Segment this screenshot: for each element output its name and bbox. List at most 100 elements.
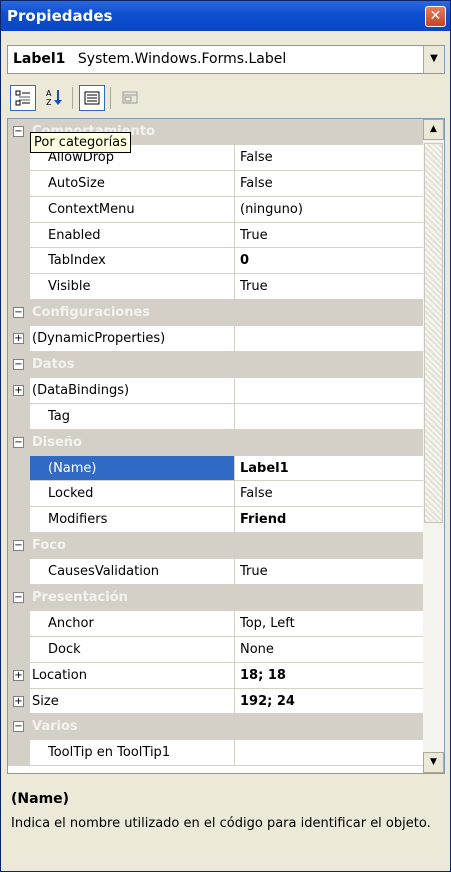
row-margin	[8, 222, 30, 248]
property-value[interactable]	[236, 404, 424, 429]
property-value[interactable]: 0	[236, 248, 424, 273]
property-value[interactable]: Friend	[236, 507, 424, 532]
title-bar: Propiedades ✕	[1, 1, 450, 31]
collapse-icon[interactable]: −	[13, 307, 24, 319]
category-row[interactable]: − Foco	[8, 533, 424, 560]
property-row[interactable]: ContextMenu (ninguno)	[8, 196, 424, 223]
property-row[interactable]: Locked False	[8, 481, 424, 508]
object-type: System.Windows.Forms.Label	[77, 51, 287, 67]
expand-icon[interactable]: +	[13, 333, 24, 345]
property-row[interactable]: ToolTip en ToolTip1	[8, 740, 424, 767]
property-row[interactable]: Dock None	[8, 636, 424, 663]
properties-window: Propiedades ✕ Label1 System.Windows.Form…	[0, 0, 451, 872]
row-margin	[8, 403, 30, 429]
property-value[interactable]: 18; 18	[236, 663, 424, 688]
alphabetical-button[interactable]: A Z	[41, 85, 67, 111]
collapse-icon[interactable]: −	[13, 436, 24, 448]
property-value[interactable]: (ninguno)	[236, 197, 424, 222]
property-value[interactable]: Label1	[236, 456, 424, 481]
object-selector[interactable]: Label1 System.Windows.Forms.Label ▼	[7, 45, 445, 74]
description-panel: (Name) Indica el nombre utilizado en el …	[7, 783, 445, 869]
category-label: Varios	[32, 719, 78, 735]
expand-icon[interactable]: +	[13, 695, 24, 707]
property-name: AutoSize	[30, 170, 235, 196]
property-row[interactable]: + Size 192; 24	[8, 688, 424, 715]
property-row[interactable]: Visible True	[8, 274, 424, 301]
property-row[interactable]: + Location 18; 18	[8, 662, 424, 689]
toolbar-tooltip: Por categorías	[30, 132, 131, 153]
row-margin	[8, 455, 30, 481]
row-margin	[8, 740, 30, 766]
property-value[interactable]: Top, Left	[236, 611, 424, 636]
category-label: Configuraciones	[32, 305, 151, 321]
chevron-down-icon[interactable]: ▼	[423, 46, 444, 73]
property-row[interactable]: Enabled True	[8, 222, 424, 249]
property-name: Location	[30, 662, 235, 688]
property-name: TabIndex	[30, 248, 235, 274]
property-name: Size	[30, 688, 235, 714]
property-value[interactable]	[236, 740, 424, 765]
alphabetical-icon: A Z	[46, 89, 62, 107]
description-title: (Name)	[11, 791, 70, 807]
property-row[interactable]: TabIndex 0	[8, 248, 424, 275]
property-list: −ComportamientoAllowDropFalseAutoSizeFal…	[8, 119, 424, 767]
toolbar-separator	[72, 87, 73, 109]
property-row[interactable]: Modifiers Friend	[8, 507, 424, 534]
property-value[interactable]: True	[236, 559, 424, 584]
collapse-icon[interactable]: −	[13, 359, 24, 371]
collapse-icon[interactable]: −	[13, 721, 24, 733]
row-margin	[8, 144, 30, 170]
row-margin	[8, 636, 30, 662]
property-row[interactable]: + (DynamicProperties)	[8, 326, 424, 353]
property-row[interactable]: Anchor Top, Left	[8, 610, 424, 637]
categorized-button[interactable]	[10, 85, 36, 111]
property-value[interactable]: None	[236, 637, 424, 662]
scroll-thumb[interactable]	[424, 143, 443, 523]
property-name: Tag	[30, 403, 235, 429]
scroll-up-button[interactable]: ▲	[423, 119, 444, 140]
property-value[interactable]	[236, 378, 424, 403]
category-row[interactable]: − Diseño	[8, 429, 424, 456]
property-value[interactable]: True	[236, 223, 424, 248]
category-row[interactable]: − Varios	[8, 714, 424, 741]
collapse-icon[interactable]: −	[13, 540, 24, 552]
property-row[interactable]: AutoSize False	[8, 170, 424, 197]
category-row[interactable]: − Presentación	[8, 585, 424, 611]
category-row[interactable]: − Datos	[8, 352, 424, 378]
property-value[interactable]	[236, 326, 424, 351]
property-value[interactable]: False	[236, 481, 424, 506]
property-name: ContextMenu	[30, 196, 235, 222]
row-margin	[8, 507, 30, 533]
property-row[interactable]: + (DataBindings)	[8, 377, 424, 404]
property-value[interactable]: False	[236, 145, 424, 170]
expand-icon[interactable]: +	[13, 669, 24, 681]
property-name: Anchor	[30, 610, 235, 636]
property-value[interactable]: False	[236, 171, 424, 196]
property-row[interactable]: CausesValidation True	[8, 559, 424, 586]
window-title: Propiedades	[7, 7, 113, 25]
svg-text:Z: Z	[46, 98, 52, 106]
scroll-down-button[interactable]: ▼	[423, 752, 444, 773]
property-value[interactable]: True	[236, 274, 424, 299]
property-row[interactable]: Tag	[8, 403, 424, 430]
toolbar-separator	[110, 87, 111, 109]
row-margin	[8, 610, 30, 636]
collapse-icon[interactable]: −	[13, 592, 24, 604]
property-name: Visible	[30, 274, 235, 300]
property-name: Dock	[30, 636, 235, 662]
expand-icon[interactable]: +	[13, 384, 24, 396]
property-pages-button[interactable]	[117, 85, 143, 111]
property-name: CausesValidation	[30, 559, 235, 585]
properties-button[interactable]	[79, 85, 105, 111]
property-value[interactable]: 192; 24	[236, 689, 424, 714]
close-button[interactable]: ✕	[425, 6, 446, 27]
category-row[interactable]: − Configuraciones	[8, 300, 424, 327]
property-name: Enabled	[30, 222, 235, 248]
row-margin	[8, 196, 30, 222]
property-grid[interactable]: −ComportamientoAllowDropFalseAutoSizeFal…	[7, 118, 445, 774]
collapse-icon[interactable]: −	[13, 126, 24, 137]
vertical-scrollbar[interactable]: ▲ ▼	[423, 119, 444, 773]
property-row[interactable]: (Name) Label1	[8, 455, 424, 482]
properties-icon	[84, 91, 100, 105]
categorized-icon	[15, 90, 30, 106]
